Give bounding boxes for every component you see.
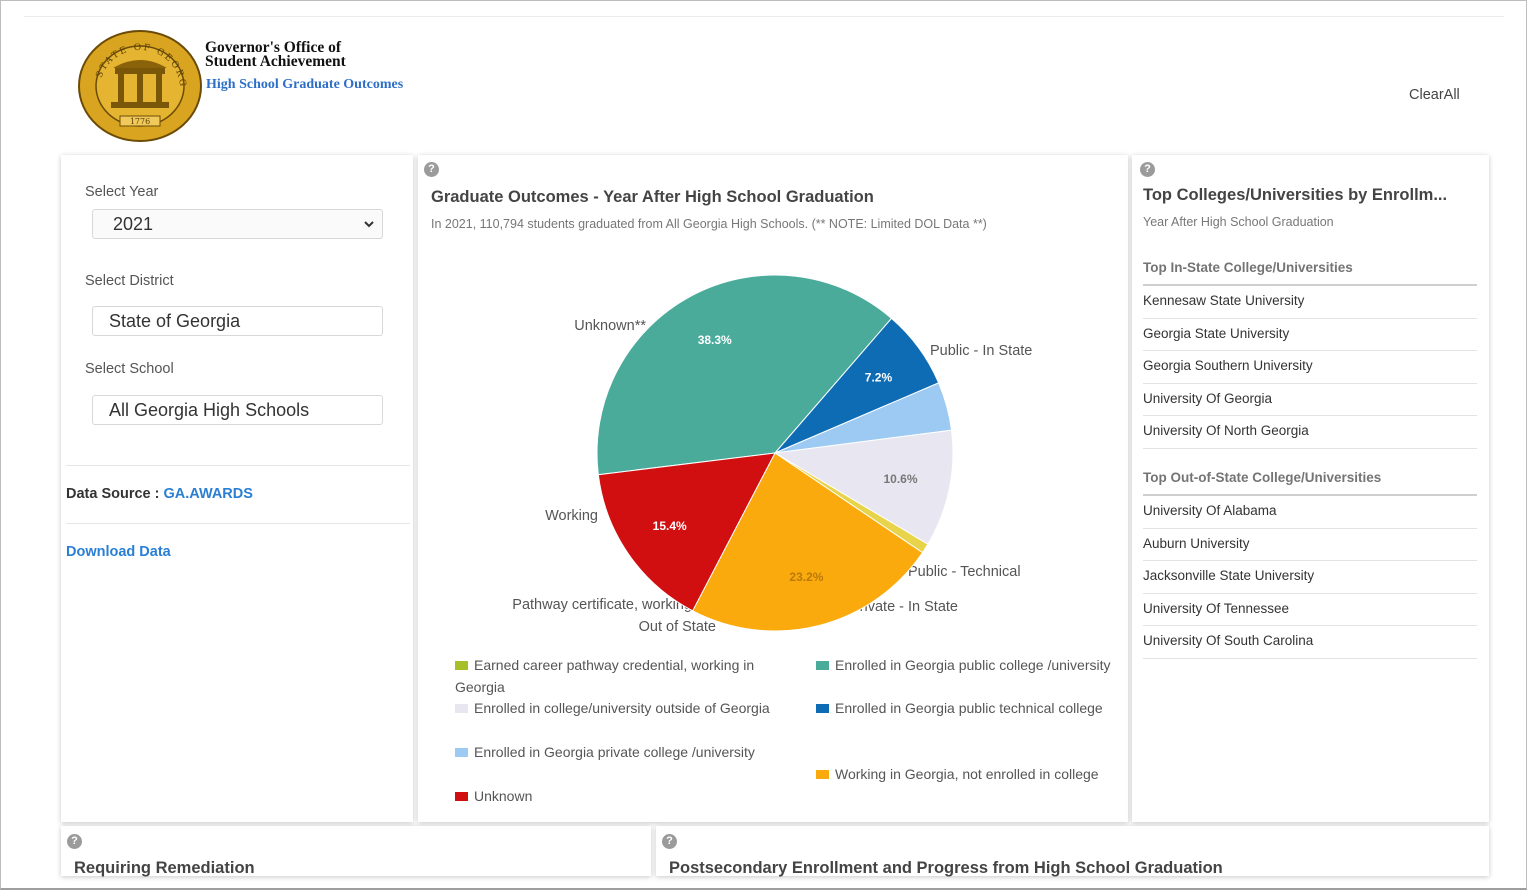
pie-data-label: 7.2% [865,370,893,384]
legend-label: Earned career pathway credential, workin… [455,657,755,695]
legend-swatch [455,792,468,801]
download-data-link[interactable]: Download Data [66,544,171,560]
school-field[interactable]: All Georgia High Schools [92,395,383,425]
colleges-title: Top Colleges/Universities by Enrollm... [1143,186,1448,204]
postsecondary-panel: ? Postsecondary Enrollment and Progress … [656,826,1489,877]
chevron-down-icon [364,221,374,228]
select-year-label: Select Year [85,184,159,200]
help-icon[interactable]: ? [662,834,677,849]
app-subtitle: High School Graduate Outcomes [206,77,404,92]
list-item[interactable]: Jacksonville State University [1143,561,1477,594]
filter-panel: Select Year 2021 Select District State o… [61,155,413,822]
postsecondary-title: Postsecondary Enrollment and Progress fr… [669,859,1223,877]
pie-chart: 38.3% Public - In State 7.2% Public - Techn… [512,274,1032,635]
graduate-outcomes-panel: ? Graduate Outcomes - Year After High Sc… [418,155,1128,822]
data-source: Data Source : GA.AWARDS [66,486,253,502]
legend-swatch [455,704,468,713]
list-item[interactable]: Georgia Southern University [1143,351,1477,384]
pie-data-label: 38.3% [698,333,732,347]
remediation-panel: ? Requiring Remediation [61,826,651,877]
pie-callout-label: Working [545,508,598,524]
district-field[interactable]: State of Georgia [92,306,383,336]
svg-text:1776: 1776 [130,117,150,126]
legend-label: Working in Georgia, not enrolled in coll… [835,766,1099,782]
colleges-subtitle: Year After High School Graduation [1143,215,1334,229]
top-colleges-panel: ? Top Colleges/Universities by Enrollm..… [1132,155,1489,822]
legend-label: Enrolled in Georgia public technical col… [835,700,1103,716]
pie-callout-label: Out of State [639,619,716,635]
georgia-seal-logo: 1776 STATE OF GEORGIA [78,30,202,142]
select-district-label: Select District [85,273,174,289]
list-item[interactable]: University Of Georgia [1143,384,1477,416]
data-source-link[interactable]: GA.AWARDS [164,486,253,502]
list-item[interactable]: Auburn University [1143,529,1477,561]
legend-swatch [816,661,829,670]
legend-item[interactable]: Enrolled in Georgia public college /univ… [816,654,1146,676]
legend-item[interactable]: Unknown [455,785,785,807]
legend-swatch [455,661,468,670]
legend-item[interactable]: Earned career pathway credential, workin… [455,654,785,698]
pie-data-label: 15.4% [653,519,687,533]
pie-data-label: 10.6% [883,472,917,486]
pie-callout-label: Pathway certificate, working [512,597,692,613]
pie-callout-label: Public - In State [930,343,1032,359]
pie-callout-label: Public - Technical [908,564,1021,580]
legend-item[interactable]: Enrolled in Georgia private college /uni… [455,741,785,763]
remediation-title: Requiring Remediation [74,859,255,877]
out-state-list: University Of Alabama Auburn University Ja… [1143,494,1477,659]
pie-callout-label: Unknown** [574,318,646,334]
list-item[interactable]: University Of Alabama [1143,496,1477,529]
year-select[interactable]: 2021 [92,209,383,239]
legend-item[interactable]: Working in Georgia, not enrolled in coll… [816,763,1146,785]
out-state-heading: Top Out-of-State College/Universities [1143,470,1382,485]
org-name: Governor's Office of Student Achievement [205,39,346,70]
legend-label: Enrolled in Georgia public college /univ… [835,657,1111,673]
top-divider [24,16,1504,17]
list-item[interactable]: University Of Tennessee [1143,594,1477,626]
divider [66,523,410,524]
legend-label: Unknown [474,788,533,804]
clear-all-button[interactable]: ClearAll [1409,87,1460,103]
legend-item[interactable]: Enrolled in college/university outside o… [455,697,785,719]
in-state-list: Kennesaw State University Georgia State U… [1143,284,1477,449]
help-icon[interactable]: ? [67,834,82,849]
legend-swatch [816,770,829,779]
select-school-label: Select School [85,361,174,377]
list-item[interactable]: Kennesaw State University [1143,286,1477,319]
in-state-heading: Top In-State College/Universities [1143,260,1353,275]
legend-label: Enrolled in college/university outside o… [474,700,770,716]
legend-swatch [455,748,468,757]
legend-swatch [816,704,829,713]
list-item[interactable]: Georgia State University [1143,319,1477,351]
pie-data-label: 23.2% [789,570,823,584]
legend-label: Enrolled in Georgia private college /uni… [474,744,755,760]
list-item[interactable]: University Of South Carolina [1143,626,1477,659]
legend-item[interactable]: Enrolled in Georgia public technical col… [816,697,1146,719]
list-item[interactable]: University Of North Georgia [1143,416,1477,449]
divider [66,465,410,466]
help-icon[interactable]: ? [1140,162,1155,177]
